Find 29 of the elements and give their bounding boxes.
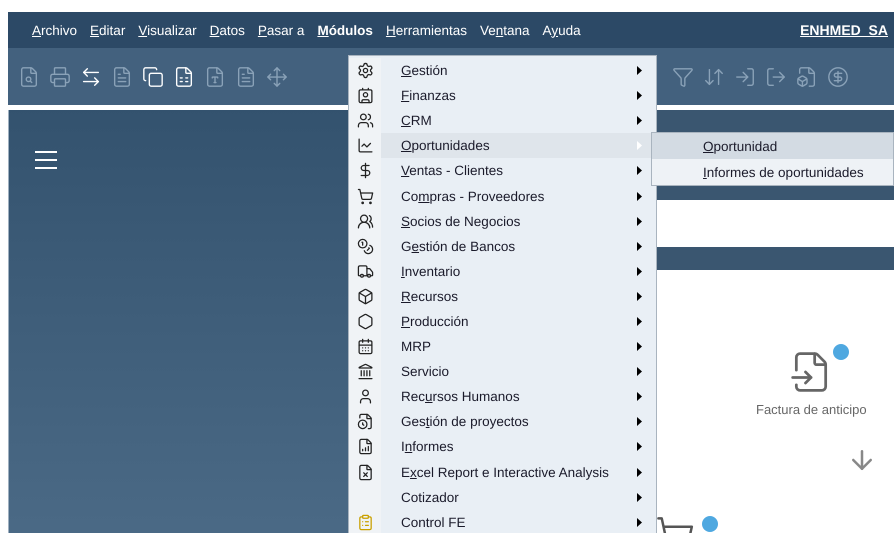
dropdown-item[interactable]: Informes xyxy=(349,434,656,460)
menu-item[interactable]: Ayuda xyxy=(538,20,585,40)
dropdown-item[interactable]: Servicio xyxy=(349,359,656,384)
menu-item[interactable]: Ventana xyxy=(476,20,534,40)
menu-item[interactable]: Pasar a xyxy=(254,20,308,40)
dropdown-item[interactable]: Excel Report e Interactive Analysis xyxy=(349,460,656,485)
submenu-item[interactable]: Oportunidad xyxy=(652,133,893,159)
dropdown-item[interactable]: Recursos Humanos xyxy=(349,384,656,410)
dropdown-item[interactable]: Gestión de proyectos xyxy=(349,409,656,434)
dropdown-item[interactable]: Finanzas xyxy=(349,83,656,108)
menu-item[interactable]: Visualizar xyxy=(134,20,201,40)
dropdown-item[interactable]: CRM xyxy=(349,108,656,134)
dropdown-item[interactable]: Cotizador xyxy=(349,484,656,510)
dropdown-item[interactable]: Recursos xyxy=(349,284,656,309)
menu-item[interactable]: Archivo xyxy=(28,20,82,40)
menu-item[interactable]: Módulos xyxy=(313,20,377,40)
flow-caption: Factura de anticipo xyxy=(756,402,867,417)
menu-item[interactable]: Herramientas xyxy=(382,20,471,40)
dropdown-item[interactable]: Gestión xyxy=(349,58,656,84)
dropdown-item[interactable]: Inventario xyxy=(349,258,656,284)
dropdown-item[interactable]: Control FE xyxy=(349,510,656,533)
company-name: ENHMED_SA xyxy=(800,22,888,38)
dropdown-item[interactable]: Gestión de Bancos xyxy=(349,234,656,259)
dropdown-item[interactable]: Compras - Proveedores xyxy=(349,183,656,209)
menu-item[interactable]: Datos xyxy=(206,20,249,40)
menu-item[interactable]: Editar xyxy=(86,20,130,40)
dropdown-item[interactable]: MRP xyxy=(349,334,656,360)
dropdown-item[interactable]: Socios de Negocios xyxy=(349,208,656,234)
dropdown-item[interactable]: Producción xyxy=(349,308,656,334)
